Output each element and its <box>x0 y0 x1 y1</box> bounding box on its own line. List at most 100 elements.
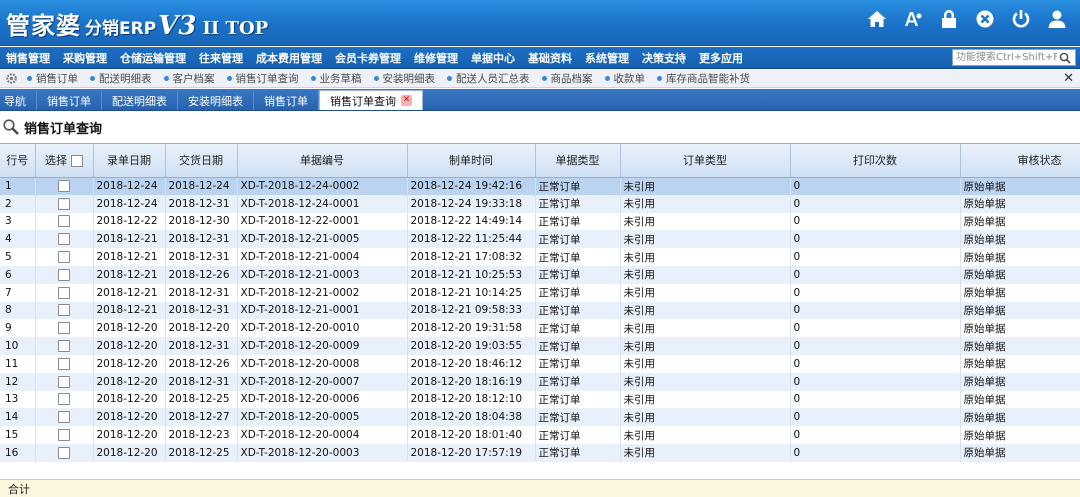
table-cell: XD-T-2018-12-20-0007 <box>237 372 408 391</box>
tab-item[interactable]: 安装明细表 <box>178 91 254 110</box>
table-cell: 2018-12-22 11:25:44 <box>407 230 536 249</box>
tab-item[interactable]: 销售订单查询 ✕ <box>319 90 423 110</box>
row-checkbox[interactable] <box>58 322 70 335</box>
quick-link-item[interactable]: 客户档案 <box>163 71 215 86</box>
table-cell: 正常订单 <box>535 408 621 427</box>
table-row[interactable]: 13 2018-12-20 2018-12-25 XD-T-2018-12-20-00… <box>0 390 1080 409</box>
user-icon[interactable] <box>1046 8 1068 30</box>
row-checkbox[interactable] <box>58 429 70 442</box>
order-table: 行号 选择 录单日期 交货日期 单据编号 制单时间 单据类型 订单类型 打印次数 审核状态 1 20… <box>0 144 1080 462</box>
tab-close-icon[interactable]: ✕ <box>401 95 412 106</box>
table-row[interactable]: 12 2018-12-20 2018-12-31 XD-T-2018-12-20-00… <box>0 372 1080 391</box>
column-header[interactable]: 打印次数 <box>790 144 961 178</box>
table-row[interactable]: 14 2018-12-20 2018-12-27 XD-T-2018-12-20-00… <box>0 408 1080 427</box>
row-checkbox[interactable] <box>58 251 70 264</box>
quick-link-item[interactable]: 商品档案 <box>541 71 593 86</box>
column-header[interactable]: 选择 <box>35 144 94 178</box>
home-icon[interactable] <box>866 8 888 30</box>
power-icon[interactable] <box>1010 8 1032 30</box>
table-row[interactable]: 5 2018-12-21 2018-12-31 XD-T-2018-12-21-000… <box>0 248 1080 266</box>
table-cell: 0 <box>790 354 961 373</box>
row-checkbox[interactable] <box>58 268 70 281</box>
main-menu-item[interactable]: 成本费用管理 <box>256 50 322 66</box>
table-cell: 2018-12-31 <box>165 248 238 266</box>
row-checkbox[interactable] <box>58 446 70 459</box>
quick-link-item[interactable]: 收款单 <box>604 71 645 86</box>
main-menu-bar: 销售管理 采购管理 仓储运输管理 往来管理 成本费用管理 会员卡券管理 维修管理 单据中心 基础… <box>0 47 1080 69</box>
table-row[interactable]: 1 2018-12-24 2018-12-24 XD-T-2018-12-24-000… <box>0 177 1080 195</box>
table-row[interactable]: 15 2018-12-20 2018-12-23 XD-T-2018-12-20-00… <box>0 426 1080 444</box>
quick-link-label: 安装明细表 <box>382 73 436 85</box>
close-circle-icon[interactable] <box>974 8 996 30</box>
table-row[interactable]: 3 2018-12-22 2018-12-30 XD-T-2018-12-22-000… <box>0 212 1080 231</box>
quick-link-item[interactable]: 安装明细表 <box>373 71 436 86</box>
table-cell: 0 <box>790 212 961 231</box>
table-cell: XD-T-2018-12-20-0010 <box>237 319 408 338</box>
main-menu-item[interactable]: 会员卡券管理 <box>335 50 401 66</box>
row-checkbox[interactable] <box>58 304 70 317</box>
main-menu-item[interactable]: 更多应用 <box>699 50 743 66</box>
main-menu-item[interactable]: 基础资料 <box>528 50 572 66</box>
main-menu-item[interactable]: 销售管理 <box>6 50 50 66</box>
row-number-cell: 6 <box>0 265 36 284</box>
table-row[interactable]: 6 2018-12-21 2018-12-26 XD-T-2018-12-21-000… <box>0 265 1080 284</box>
column-header-label: 行号 <box>6 154 29 168</box>
table-row[interactable]: 8 2018-12-21 2018-12-31 XD-T-2018-12-21-000… <box>0 301 1080 320</box>
row-select-cell <box>35 301 94 320</box>
close-icon[interactable]: ✕ <box>1063 71 1074 86</box>
search-icon[interactable] <box>1057 50 1073 65</box>
table-row[interactable]: 7 2018-12-21 2018-12-31 XD-T-2018-12-21-000… <box>0 283 1080 302</box>
quick-link-item[interactable]: 配送明细表 <box>90 71 152 86</box>
row-checkbox[interactable] <box>58 233 70 246</box>
column-header[interactable]: 订单类型 <box>620 144 791 178</box>
main-menu-item[interactable]: 采购管理 <box>63 50 107 66</box>
quick-link-item[interactable]: 销售订单 <box>27 71 78 86</box>
column-header[interactable]: 单据类型 <box>535 144 621 178</box>
column-header[interactable]: 制单时间 <box>407 144 536 178</box>
row-checkbox[interactable] <box>58 340 70 353</box>
quick-link-item[interactable]: 业务草稿 <box>310 71 362 86</box>
main-menu-item[interactable]: 往来管理 <box>199 50 243 66</box>
tab-item[interactable]: 导航 <box>0 91 37 110</box>
table-cell: 2018-12-20 18:16:19 <box>407 372 536 391</box>
main-menu-item[interactable]: 系统管理 <box>585 50 629 66</box>
table-cell: 原始单据 <box>960 372 1080 391</box>
row-number-cell: 1 <box>0 177 36 195</box>
table-row[interactable]: 11 2018-12-20 2018-12-26 XD-T-2018-12-20-00… <box>0 354 1080 373</box>
row-checkbox[interactable] <box>58 411 70 424</box>
gear-icon[interactable] <box>3 71 19 87</box>
tab-item[interactable]: 配送明细表 <box>102 91 178 110</box>
table-row[interactable]: 2 2018-12-24 2018-12-31 XD-T-2018-12-24-000… <box>0 194 1080 213</box>
main-menu-item[interactable]: 维修管理 <box>414 50 458 66</box>
main-menu-item[interactable]: 决策支持 <box>642 50 686 66</box>
column-header[interactable]: 审核状态 <box>960 144 1080 178</box>
row-checkbox[interactable] <box>58 197 70 210</box>
select-all-checkbox[interactable] <box>71 155 83 168</box>
table-row[interactable]: 10 2018-12-20 2018-12-31 XD-T-2018-12-20-00… <box>0 337 1080 355</box>
font-icon[interactable] <box>902 8 924 30</box>
table-cell: 正常订单 <box>535 390 621 409</box>
row-checkbox[interactable] <box>58 357 70 370</box>
table-row[interactable]: 4 2018-12-21 2018-12-31 XD-T-2018-12-21-000… <box>0 230 1080 249</box>
row-checkbox[interactable] <box>58 286 70 299</box>
table-row[interactable]: 16 2018-12-20 2018-12-25 XD-T-2018-12-20-00… <box>0 443 1080 462</box>
column-header[interactable]: 交货日期 <box>165 144 238 178</box>
quick-link-item[interactable]: 库存商品智能补货 <box>657 71 750 86</box>
quick-link-item[interactable]: 销售订单查询 <box>226 71 299 86</box>
quick-link-item[interactable]: 配送人员汇总表 <box>447 71 530 86</box>
main-menu-item[interactable]: 仓储运输管理 <box>120 50 186 66</box>
main-menu-item[interactable]: 单据中心 <box>471 50 515 66</box>
column-header[interactable]: 行号 <box>0 144 36 178</box>
column-header[interactable]: 单据编号 <box>237 144 408 178</box>
row-checkbox[interactable] <box>58 393 70 406</box>
table-row[interactable]: 9 2018-12-20 2018-12-20 XD-T-2018-12-20-001… <box>0 319 1080 338</box>
lock-icon[interactable] <box>938 8 960 30</box>
tab-item[interactable]: 销售订单 <box>254 91 319 110</box>
column-header[interactable]: 录单日期 <box>93 144 166 178</box>
function-search-input[interactable] <box>953 50 1057 65</box>
row-checkbox[interactable] <box>58 180 70 193</box>
row-checkbox[interactable] <box>58 375 70 388</box>
row-checkbox[interactable] <box>58 215 70 228</box>
tab-item[interactable]: 销售订单 <box>37 91 102 110</box>
function-search-box[interactable] <box>952 49 1076 66</box>
